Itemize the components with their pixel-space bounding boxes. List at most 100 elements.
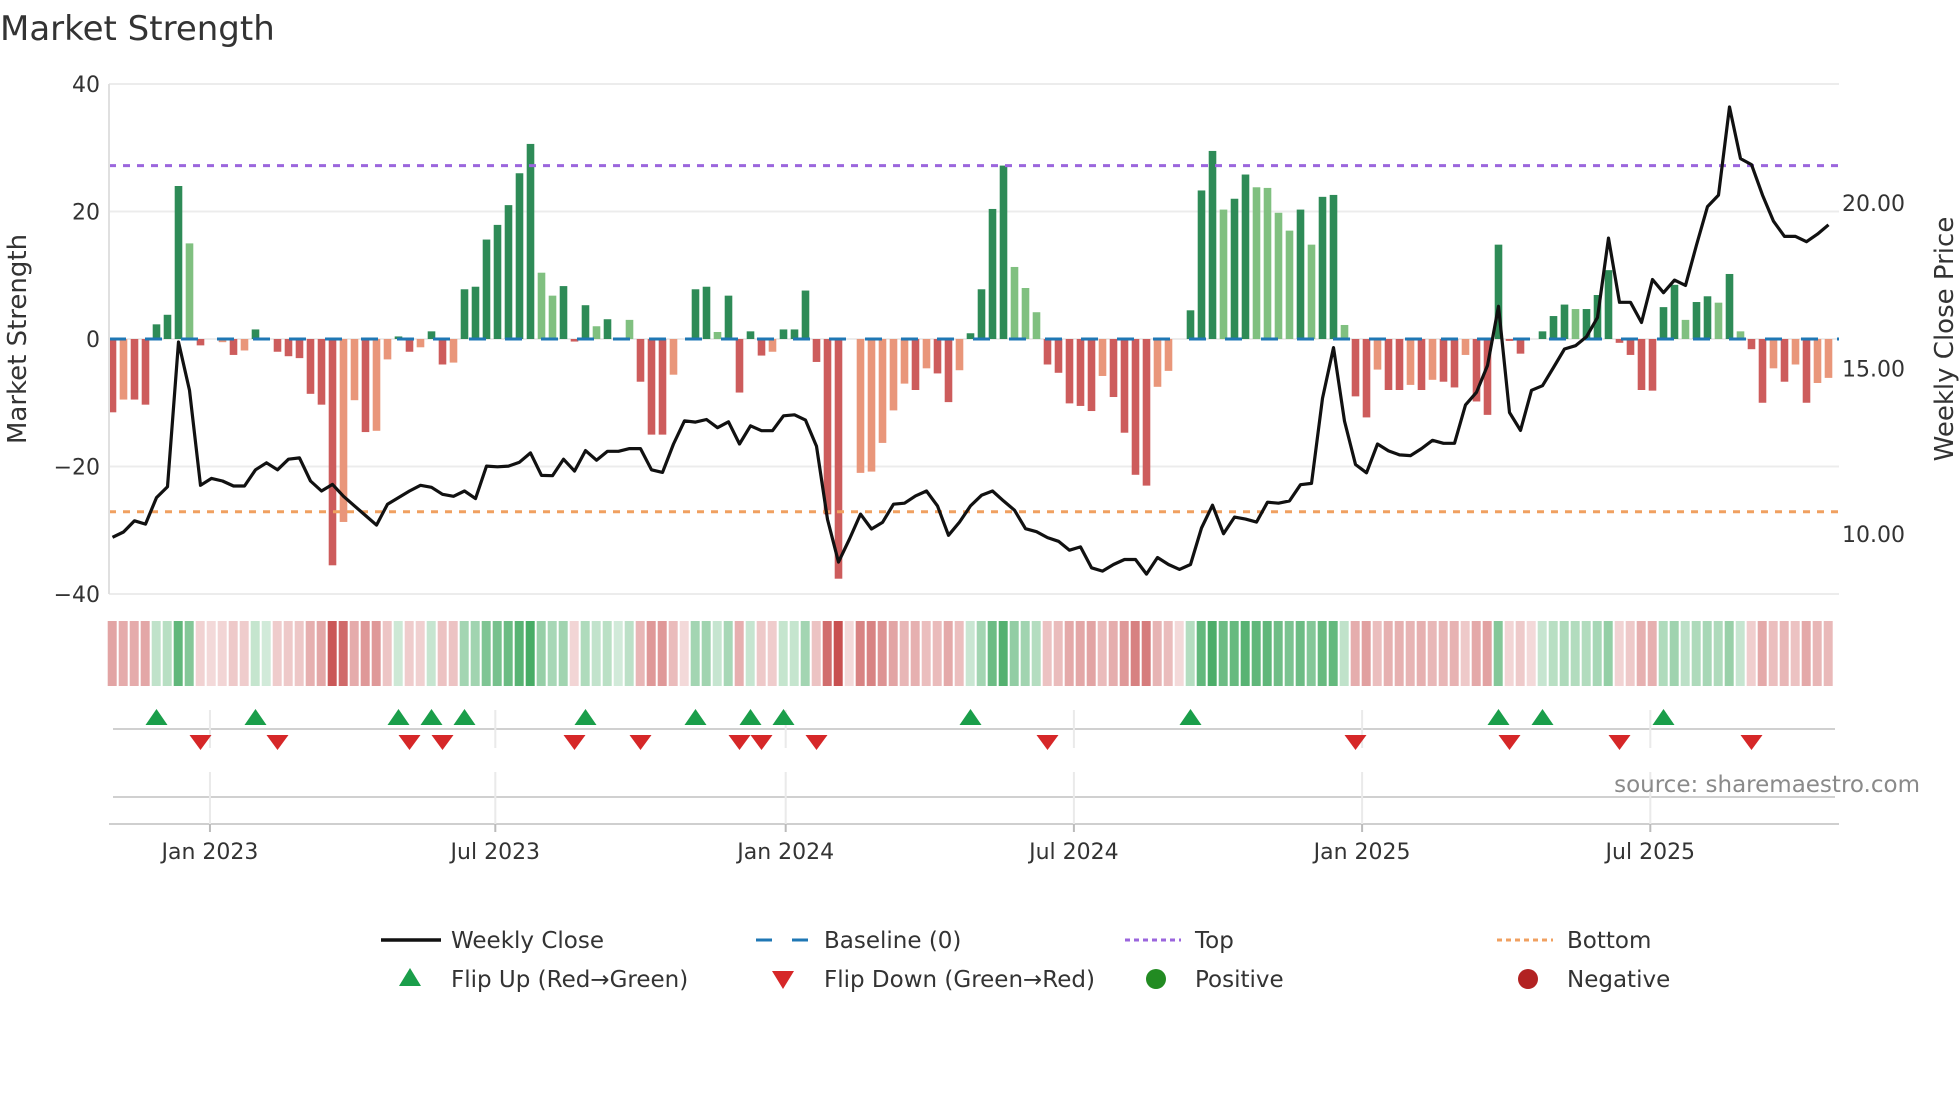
strength-bar [1098,339,1107,376]
strength-bar [1505,339,1514,341]
heat-cell [1240,621,1250,686]
heat-cell [1493,621,1503,686]
heat-cell [536,621,546,686]
heat-cell [525,621,535,686]
y2-axis-label: Weekly Close Price [1930,217,1960,462]
flip-down-marker [563,735,586,750]
legend-item: Weekly Close [381,928,604,954]
heat-cell [1405,621,1415,686]
strength-bar [1076,339,1085,406]
heat-cell [1383,621,1393,686]
strength-bar [636,339,645,382]
strength-bar [1461,339,1470,355]
strength-bar [493,224,502,339]
strength-bar [1109,339,1118,398]
flip-up-marker [574,709,597,725]
heat-cell [1680,621,1690,686]
strength-bar [922,339,931,369]
strength-bar [999,165,1008,339]
legend-label: Flip Down (Green→Red) [824,967,1095,993]
heat-cell [635,621,645,686]
strength-bar [1208,150,1217,339]
strength-bar [1032,312,1041,339]
heat-cell [1812,621,1822,686]
heat-cell [998,621,1008,686]
heat-cell [217,621,227,686]
flip-up-marker [420,709,443,725]
heat-cell [1537,621,1547,686]
strength-bar [141,339,150,405]
heat-cell [1295,621,1305,686]
y-tick-label: −40 [54,583,100,608]
heat-cell [1724,621,1734,686]
heat-cell [261,621,271,686]
heat-cell [503,621,513,686]
heat-cell [1581,621,1591,686]
heat-cell [1020,621,1030,686]
heat-cell [756,621,766,686]
heat-cell [679,621,689,686]
heat-cell [437,621,447,686]
x-tick-label: Jan 2024 [735,840,834,865]
heat-cell [1438,621,1448,686]
x-tick-label: Jul 2025 [1604,840,1696,865]
strength-bar [1758,339,1767,403]
heat-cell [1372,621,1382,686]
strength-bar [1329,194,1338,339]
heat-cell [371,621,381,686]
heat-cell [866,621,876,686]
flip-down-marker [266,735,289,750]
legend-item: Positive [1146,967,1284,993]
strength-bar [1417,339,1426,390]
strength-bar [1142,339,1151,486]
strength-bar [581,305,590,339]
heat-cell [547,621,557,686]
heat-cell [1262,621,1272,686]
heat-cell [1515,621,1525,686]
flip-up-marker [453,709,476,725]
strength-bar [1373,339,1382,370]
legend-label: Flip Up (Red→Green) [451,967,688,993]
strength-bar [240,339,249,351]
heat-cell [899,621,909,686]
heat-cell [1471,621,1481,686]
strength-bar [823,339,832,515]
x-tick-label: Jul 2024 [1027,840,1119,865]
legend-label: Top [1194,928,1234,954]
strength-bar [1626,339,1635,355]
strength-bar [229,339,238,355]
flip-up-marker [1179,709,1202,725]
flip-up-marker [387,709,410,725]
strength-bar [801,290,810,339]
flip-up-marker [1487,709,1510,725]
strength-bar [1186,310,1195,339]
strength-bar [1197,190,1206,339]
y2-tick-label: 15.00 [1842,358,1905,383]
strength-bar [405,339,414,352]
heat-cell [481,621,491,686]
heat-cell [646,621,656,686]
legend-item: Flip Down (Green→Red) [772,967,1095,993]
strength-bar [306,339,315,394]
legend-item: Flip Up (Red→Green) [399,967,688,993]
weekly-close-line [111,105,1830,576]
circle-icon [1146,969,1166,989]
heat-cell [1174,621,1184,686]
strength-bar [1065,339,1074,404]
heat-cell [1691,621,1701,686]
heat-cell [294,621,304,686]
heat-cell [1130,621,1140,686]
legend-label: Negative [1567,967,1670,993]
heat-cell [965,621,975,686]
strength-bar [1692,302,1701,339]
heat-cell [1570,621,1580,686]
heat-cell [1207,621,1217,686]
strength-bar [1120,339,1129,433]
strength-bar [152,324,161,339]
heat-cell [1218,621,1228,686]
strength-bar [1439,339,1448,382]
flip-up-marker [1652,709,1675,725]
heat-cell [1757,621,1767,686]
heat-cell [1526,621,1536,686]
strength-bar [1340,324,1349,339]
